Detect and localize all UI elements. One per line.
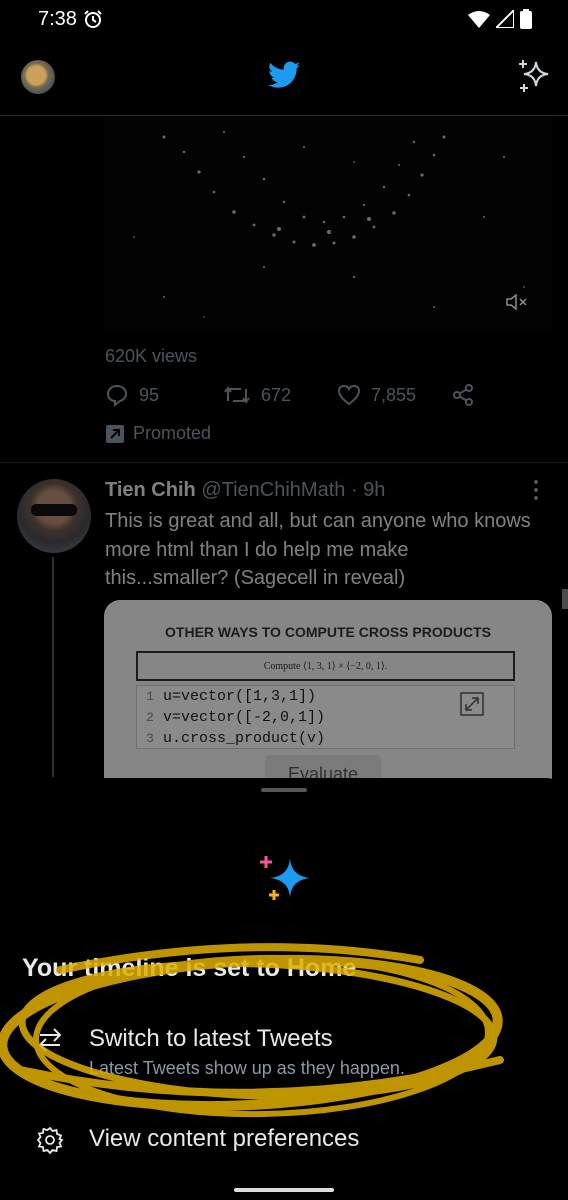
promoted-text: Promoted bbox=[133, 423, 212, 443]
mute-icon[interactable] bbox=[506, 293, 528, 311]
expand-icon bbox=[460, 692, 484, 716]
reply-count: 95 bbox=[139, 384, 160, 405]
switch-arrows-icon[interactable] bbox=[36, 1026, 64, 1054]
sheet-title: Your timeline is set to Home bbox=[22, 954, 357, 982]
retweet-icon bbox=[224, 386, 250, 404]
code-line: 3 u.cross_product(v) bbox=[146, 730, 326, 747]
phone-screen: { "status_bar": { "time": "7:38" }, "ico… bbox=[0, 0, 568, 1200]
avatar-sunglasses bbox=[31, 504, 77, 516]
switch-to-latest-option[interactable]: Switch to latest Tweets bbox=[89, 1025, 333, 1053]
reply-button[interactable]: 95 bbox=[105, 383, 159, 407]
gesture-bar[interactable] bbox=[234, 1188, 334, 1192]
timeline-bottom-sheet: Your timeline is set to Home Switch to l… bbox=[0, 778, 568, 1200]
app-header bbox=[0, 40, 568, 116]
sparkle-icon[interactable] bbox=[516, 58, 552, 94]
promoted-icon bbox=[106, 424, 124, 443]
tweet-author-avatar[interactable] bbox=[17, 479, 91, 553]
retweet-button[interactable]: 672 bbox=[223, 383, 291, 407]
code-line: 2 v=vector([-2,0,1]) bbox=[146, 709, 326, 726]
more-options-icon[interactable] bbox=[532, 479, 540, 507]
tweet-divider bbox=[0, 462, 568, 463]
code-editor: 1 u=vector([1,3,1]) 2 v=vector([-2,0,1]) 3… bbox=[136, 685, 515, 749]
promoted-label: Promoted bbox=[105, 423, 211, 444]
share-icon bbox=[453, 384, 473, 406]
signal-icon bbox=[496, 10, 514, 28]
share-button[interactable] bbox=[451, 383, 475, 407]
home-timeline: 620K views 95 672 7,855 Promoted Tien Ch… bbox=[0, 117, 568, 800]
tweet-time: · 9h bbox=[350, 479, 386, 501]
tweet-header: Tien Chih @TienChihMath · 9h bbox=[105, 479, 385, 502]
retweet-count: 672 bbox=[261, 384, 292, 405]
status-time: 7:38 bbox=[38, 8, 77, 30]
content-preferences-option[interactable]: View content preferences bbox=[89, 1125, 359, 1153]
tweet-author-name[interactable]: Tien Chih bbox=[105, 479, 196, 501]
like-count: 7,855 bbox=[371, 384, 417, 405]
gear-icon[interactable] bbox=[36, 1126, 64, 1154]
thread-line bbox=[52, 557, 54, 777]
tweet-actions: 95 672 7,855 bbox=[105, 383, 485, 411]
twitter-bird-icon[interactable] bbox=[268, 61, 300, 89]
status-icons bbox=[468, 9, 532, 29]
profile-avatar[interactable] bbox=[21, 60, 55, 94]
scrollbar-thumb[interactable] bbox=[562, 589, 568, 609]
wifi-icon bbox=[468, 11, 490, 28]
status-bar: 7:38 bbox=[0, 0, 568, 40]
tweet-media-card[interactable]: OTHER WAYS TO COMPUTE CROSS PRODUCTS Com… bbox=[104, 600, 552, 800]
switch-to-latest-description: Latest Tweets show up as they happen. bbox=[89, 1058, 405, 1078]
promoted-video[interactable] bbox=[104, 117, 552, 333]
like-icon bbox=[337, 384, 361, 406]
battery-icon bbox=[520, 9, 532, 29]
reply-icon bbox=[106, 384, 128, 407]
alarm-icon bbox=[84, 10, 102, 28]
sparkle-icon bbox=[260, 856, 310, 900]
tweet-text: This is great and all, but can anyone wh… bbox=[105, 510, 531, 589]
drag-handle[interactable] bbox=[261, 788, 307, 792]
compute-prompt: Compute ⟨1, 3, 1⟩ × ⟨−2, 0, 1⟩. bbox=[136, 651, 515, 681]
tweet-author-handle[interactable]: @TienChihMath bbox=[201, 479, 345, 501]
like-button[interactable]: 7,855 bbox=[337, 383, 416, 407]
code-line: 1 u=vector([1,3,1]) bbox=[146, 688, 317, 705]
embed-title: OTHER WAYS TO COMPUTE CROSS PRODUCTS bbox=[165, 624, 491, 640]
view-count: 620K views bbox=[105, 346, 198, 366]
